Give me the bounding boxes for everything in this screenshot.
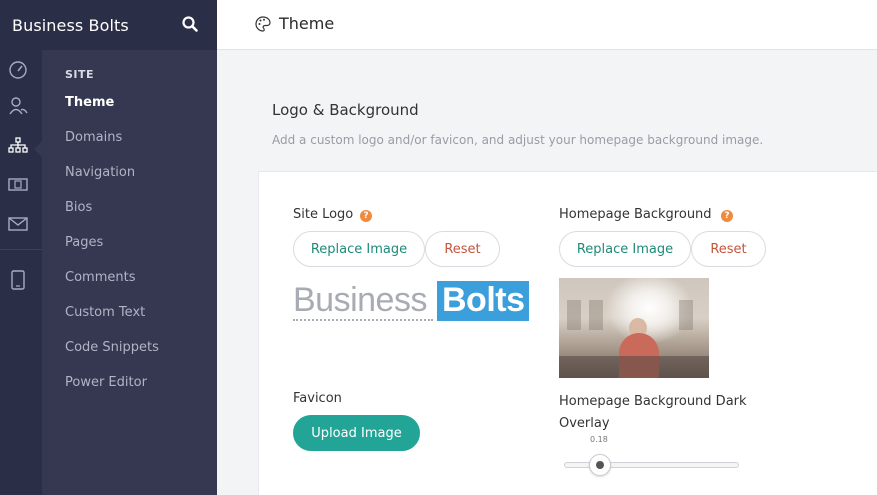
dark-overlay-value: 0.18 xyxy=(590,435,608,444)
logo-dotted-underline xyxy=(293,319,433,321)
icon-rail xyxy=(0,50,42,495)
sidebar-item-navigation[interactable]: Navigation xyxy=(65,165,135,180)
thumb-window xyxy=(679,300,693,330)
homepage-background-label: Homepage Background xyxy=(559,207,712,222)
search-icon[interactable] xyxy=(181,15,199,33)
people-icon[interactable] xyxy=(8,96,28,116)
logo-text-bolts: Bolts xyxy=(442,281,525,319)
tablet-icon[interactable] xyxy=(8,270,28,290)
background-replace-button[interactable]: Replace Image xyxy=(559,231,691,267)
site-logo-label: Site Logo xyxy=(293,207,354,222)
active-pointer xyxy=(34,141,42,157)
sidebar-item-bios[interactable]: Bios xyxy=(65,200,92,215)
sidebar-item-pages[interactable]: Pages xyxy=(65,235,103,250)
money-icon[interactable] xyxy=(8,174,28,194)
page-title: Theme xyxy=(279,14,335,33)
favicon-upload-button[interactable]: Upload Image xyxy=(293,415,420,451)
thumb-desk xyxy=(559,356,709,378)
sitemap-icon[interactable] xyxy=(8,136,28,156)
favicon-label: Favicon xyxy=(293,391,342,406)
sidebar-item-domains[interactable]: Domains xyxy=(65,130,122,145)
sidebar-item-theme[interactable]: Theme xyxy=(65,95,114,110)
thumb-window xyxy=(567,300,581,330)
mail-icon[interactable] xyxy=(8,214,28,234)
dashboard-icon[interactable] xyxy=(8,60,28,80)
homepage-background-thumbnail xyxy=(559,278,709,378)
page-header: Theme xyxy=(217,0,877,50)
sidebar-item-power-editor[interactable]: Power Editor xyxy=(65,375,147,390)
logo-text-business: Business xyxy=(293,281,427,319)
help-icon[interactable]: ? xyxy=(360,210,372,222)
thumb-window xyxy=(589,300,603,330)
app-name: Business Bolts xyxy=(12,15,129,35)
section-title: Logo & Background xyxy=(272,101,419,119)
site-logo-replace-button[interactable]: Replace Image xyxy=(293,231,425,267)
nav-section-label: SITE xyxy=(65,68,95,81)
sidebar-item-code-snippets[interactable]: Code Snippets xyxy=(65,340,159,355)
site-logo-reset-button[interactable]: Reset xyxy=(425,231,500,267)
sub-navigation: SITE Theme Domains Navigation Bios Pages… xyxy=(42,50,217,495)
background-reset-button[interactable]: Reset xyxy=(691,231,766,267)
rail-divider xyxy=(0,249,42,250)
dark-overlay-slider-handle[interactable] xyxy=(589,454,611,476)
help-icon[interactable]: ? xyxy=(721,210,733,222)
site-logo-preview: Business Bolts xyxy=(293,280,529,322)
sidebar-item-comments[interactable]: Comments xyxy=(65,270,135,285)
dark-overlay-label: Homepage Background Dark Overlay xyxy=(559,394,747,431)
brand-bar: Business Bolts xyxy=(0,0,217,50)
section-description: Add a custom logo and/or favicon, and ad… xyxy=(272,133,764,147)
sidebar-item-custom-text[interactable]: Custom Text xyxy=(65,305,145,320)
palette-icon xyxy=(255,16,271,32)
